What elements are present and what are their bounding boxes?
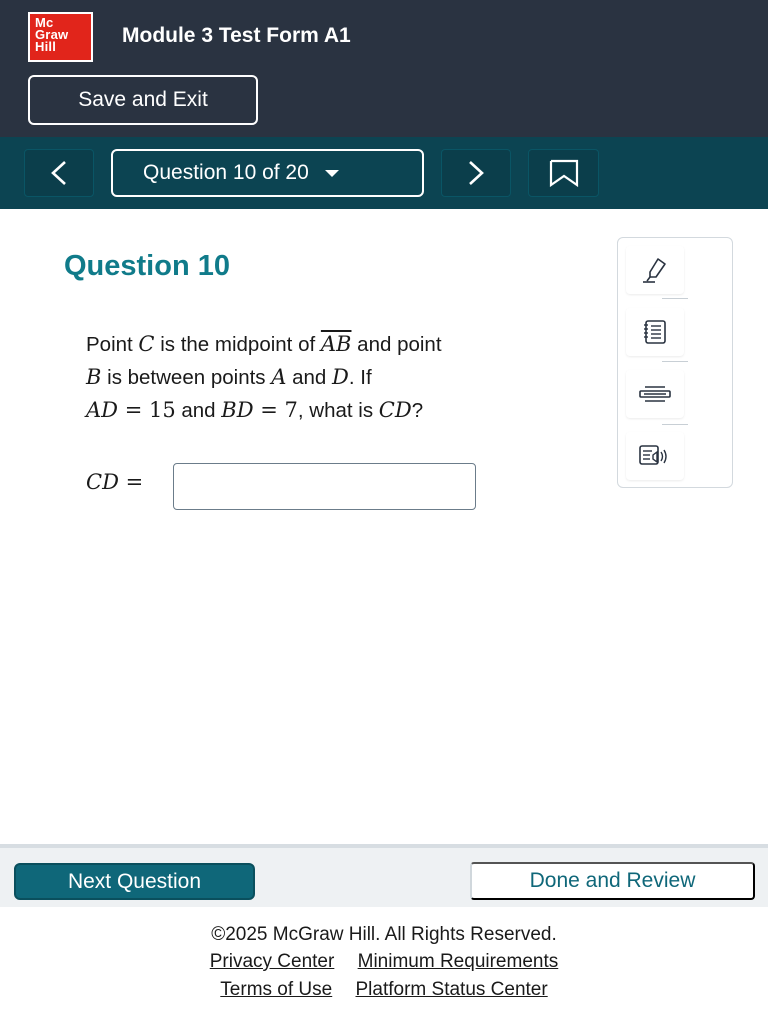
text-part: and point [351,333,442,356]
test-title: Module 3 Test Form A1 [122,24,351,47]
answer-input[interactable] [173,463,476,510]
bookmark-icon [549,159,578,187]
math-var: BD [221,398,254,422]
notepad-button[interactable] [626,308,684,356]
save-and-exit-button[interactable]: Save and Exit [28,75,258,125]
math-equation: = 15 [118,398,176,422]
terms-of-use-link[interactable]: Terms of Use [220,979,332,1000]
bottom-action-bar: Next Question Done and Review [0,844,768,907]
footer-links-row-1: Privacy Center Minimum Requirements [0,951,768,973]
app-header: Mc Graw Hill Module 3 Test Form A1 Save … [0,0,768,137]
math-var: A [271,365,287,389]
footer-links-row-2: Terms of Use Platform Status Center [0,979,768,1001]
highlighter-icon [643,258,666,283]
question-heading: Question 10 [64,250,230,282]
chevron-left-icon [51,161,66,185]
tools-panel [617,237,733,488]
math-equation: = 7 [253,398,298,422]
text-part: and [175,399,222,422]
next-question-arrow-button[interactable] [441,149,511,197]
question-text: Point C is the midpoint of AB and point … [86,328,586,427]
minimum-requirements-link[interactable]: Minimum Requirements [358,951,559,972]
logo-line-3: Hill [35,39,57,54]
math-var: AD [86,398,119,422]
text-part: and [286,366,333,389]
next-question-button[interactable]: Next Question [14,863,255,900]
tool-separator [662,298,688,299]
answer-label-var: CD [86,470,119,494]
text-part: Point [86,333,139,356]
question-selector-label: Question 10 of 20 [143,161,309,184]
answer-label-eq: = [118,470,144,494]
tool-separator [662,361,688,362]
math-var: C [138,332,155,356]
text-to-speech-icon [639,445,667,465]
text-part: ? [411,399,424,422]
math-var: D [332,365,349,389]
segment-ab: AB [320,332,352,356]
answer-label: CD = [86,470,143,495]
text-part: , what is [297,399,379,422]
highlighter-button[interactable] [626,246,684,294]
tool-separator [662,424,688,425]
question-navigation-bar: Question 10 of 20 [0,137,768,209]
done-and-review-button[interactable]: Done and Review [470,862,755,900]
line-reader-button[interactable] [626,370,684,418]
mcgraw-hill-logo: Mc Graw Hill [28,12,93,62]
chevron-right-icon [469,161,484,185]
line-reader-icon [639,386,671,402]
previous-question-button[interactable] [24,149,94,197]
caret-down-icon [324,169,339,177]
question-selector-dropdown[interactable]: Question 10 of 20 [111,149,424,197]
math-var: CD [378,398,412,422]
text-part: is the midpoint of [154,333,321,356]
math-var: B [86,365,102,389]
copyright-text: ©2025 McGraw Hill. All Rights Reserved. [211,924,557,945]
privacy-center-link[interactable]: Privacy Center [210,951,335,972]
text-part: is between points [101,366,272,389]
platform-status-center-link[interactable]: Platform Status Center [356,979,548,1000]
text-to-speech-button[interactable] [626,432,684,480]
bookmark-button[interactable] [528,149,599,197]
notepad-icon [644,320,666,344]
text-part: . If [348,366,372,389]
